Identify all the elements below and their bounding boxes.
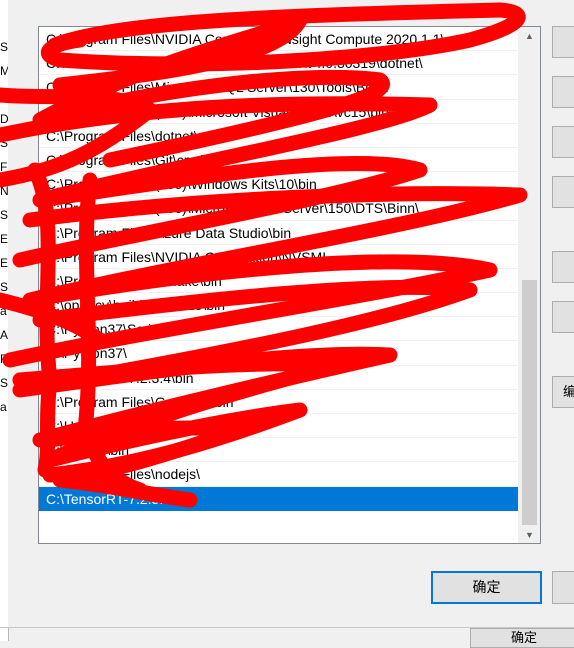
background-window-text: S: [0, 376, 9, 390]
path-list-item[interactable]: C:\Users\admin\AppData\bin: [39, 414, 519, 439]
background-window-text: S: [0, 280, 9, 294]
scroll-up-icon[interactable]: ▲: [519, 27, 540, 44]
background-window-text: a: [0, 304, 7, 318]
path-listbox[interactable]: C:\Program Files\NVIDIA Corporation\Nsig…: [38, 26, 541, 544]
path-list-item[interactable]: C:\Program Files\Graphviz\bin: [39, 390, 519, 414]
path-list-item[interactable]: C:\Program Files\dotnet\: [39, 124, 519, 148]
path-list-item[interactable]: C:\Program Files\NVIDIA Corporation\Nsig…: [39, 27, 519, 52]
ok-button[interactable]: 确定: [431, 571, 542, 604]
background-window-text: E: [0, 232, 9, 246]
scroll-down-icon[interactable]: ▼: [519, 526, 540, 543]
path-list-item[interactable]: C:\Program Files\CMake\bin: [39, 269, 519, 294]
path-list-rows: C:\Program Files\NVIDIA Corporation\Nsig…: [39, 27, 519, 511]
background-window-text: S: [0, 136, 9, 150]
path-list-item[interactable]: C:\Windows\Microsoft.NET\Framework64\v4.…: [39, 51, 519, 76]
path-list-item[interactable]: C:\ffmpeg\bin: [39, 438, 519, 463]
move-up-button[interactable]: [552, 251, 574, 283]
background-window-text: S: [0, 208, 9, 222]
background-window-text: S: [0, 40, 9, 54]
path-list-item-selected[interactable]: C:\TensorRT-7.2.3.4\lib: [39, 486, 519, 511]
browse-button[interactable]: [552, 126, 574, 158]
path-list-item[interactable]: C:\Program Files (x86)\Windows Kits\10\b…: [39, 172, 519, 197]
path-list-item[interactable]: C:\Program Files\nodejs\: [39, 462, 519, 487]
vertical-scrollbar[interactable]: ▲ ▼: [518, 27, 540, 543]
path-list-item[interactable]: C:\Program Files\Microsoft SQL Server\13…: [39, 75, 519, 100]
path-list-item[interactable]: C:\opencv\build\x64\vc15\bin: [39, 293, 519, 318]
background-window-text: E: [0, 256, 9, 270]
edit-text-button[interactable]: 编: [552, 376, 574, 408]
path-list-item[interactable]: C:\Program Files\Azure Data Studio\bin: [39, 221, 519, 245]
path-list-item[interactable]: C:\Python37\Scripts\: [39, 317, 519, 342]
background-window-text: a: [0, 400, 7, 414]
scroll-thumb[interactable]: [522, 280, 537, 525]
path-list-item[interactable]: C:\Program Files (x86)\Microsoft Visual …: [39, 100, 519, 124]
path-list-item[interactable]: C:\Program Files (x86)\Microsoft SQL Ser…: [39, 196, 519, 221]
background-ok-button[interactable]: 确定: [470, 628, 574, 648]
delete-button[interactable]: [552, 176, 574, 208]
path-list-item[interactable]: C:\Program Files\NVIDIA Corporation\NVSM…: [39, 245, 519, 269]
path-list-item[interactable]: C:\TensorRT-7.2.3.4\bin: [39, 366, 519, 390]
background-window-text: F: [0, 160, 8, 174]
move-down-button[interactable]: [552, 301, 574, 333]
cancel-button[interactable]: [552, 571, 574, 604]
path-list-item[interactable]: C:\Program Files\Git\cmd: [39, 148, 519, 173]
edit-button[interactable]: [552, 76, 574, 108]
edit-environment-variable-dialog: C:\Program Files\NVIDIA Corporation\Nsig…: [8, 0, 574, 628]
new-button[interactable]: [552, 26, 574, 58]
background-window-text: A: [0, 328, 9, 342]
path-list-item[interactable]: C:\Python37\: [39, 341, 519, 366]
